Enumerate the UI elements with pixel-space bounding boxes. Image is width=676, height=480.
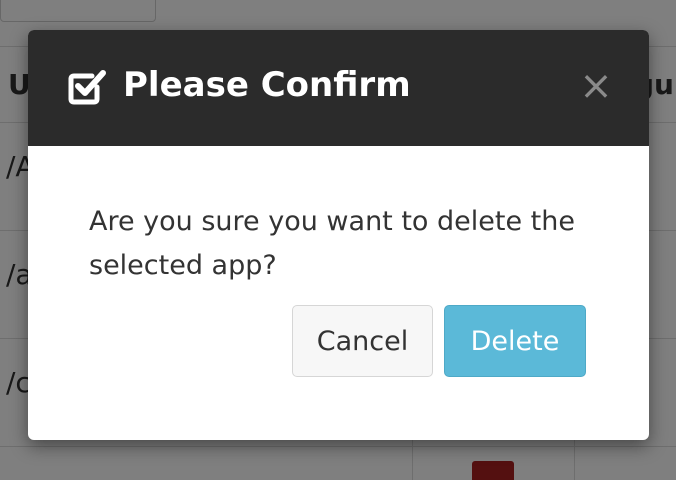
dialog-header: Please Confirm × bbox=[28, 30, 649, 146]
close-button[interactable]: × bbox=[574, 64, 618, 108]
dialog-message: Are you sure you want to delete the sele… bbox=[89, 206, 575, 281]
checkbox-checked-icon bbox=[67, 68, 107, 106]
screen: U /A /a /c gu Please Confirm × Are you s… bbox=[0, 0, 676, 480]
confirm-dialog: Please Confirm × Are you sure you want t… bbox=[28, 30, 649, 440]
dialog-title: Please Confirm bbox=[123, 65, 411, 105]
delete-button[interactable]: Delete bbox=[444, 305, 586, 377]
cancel-button[interactable]: Cancel bbox=[292, 305, 433, 377]
